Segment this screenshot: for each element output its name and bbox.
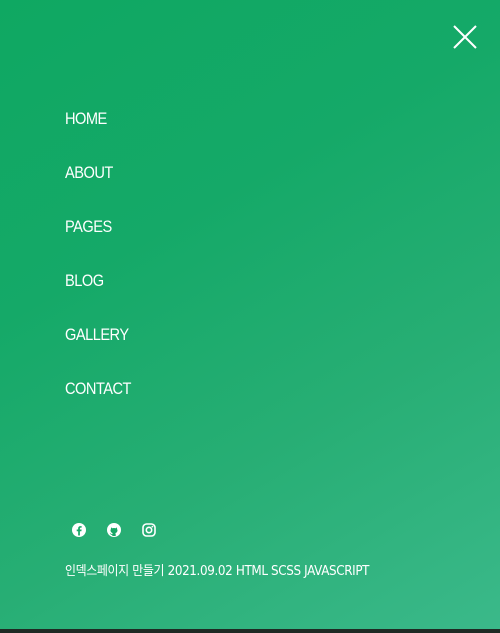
nav-item-pages: PAGES xyxy=(65,212,142,266)
footer-caption: 인덱스페이지 만들기 2021.09.02 HTML SCSS JAVASCRI… xyxy=(65,564,370,579)
facebook-icon[interactable] xyxy=(71,522,87,538)
close-icon xyxy=(453,25,477,49)
nav-item-blog: BLOG xyxy=(65,266,142,320)
nav-item-contact: CONTACT xyxy=(65,374,142,428)
close-button[interactable] xyxy=(451,23,479,51)
nav-link-contact[interactable]: CONTACT xyxy=(65,374,131,404)
nav-item-home: HOME xyxy=(65,104,142,158)
nav-link-pages[interactable]: PAGES xyxy=(65,212,112,242)
nav-link-about[interactable]: ABOUT xyxy=(65,158,113,188)
nav-item-about: ABOUT xyxy=(65,158,142,212)
main-nav: HOME ABOUT PAGES BLOG GALLERY CONTACT xyxy=(65,104,142,428)
bottom-edge xyxy=(0,629,500,633)
github-icon[interactable] xyxy=(106,522,122,538)
nav-link-blog[interactable]: BLOG xyxy=(65,266,104,296)
social-links xyxy=(71,522,157,538)
menu-overlay: HOME ABOUT PAGES BLOG GALLERY CONTACT 인덱… xyxy=(0,0,500,633)
nav-item-gallery: GALLERY xyxy=(65,320,142,374)
instagram-icon[interactable] xyxy=(141,522,157,538)
nav-link-gallery[interactable]: GALLERY xyxy=(65,320,129,350)
nav-link-home[interactable]: HOME xyxy=(65,104,107,134)
